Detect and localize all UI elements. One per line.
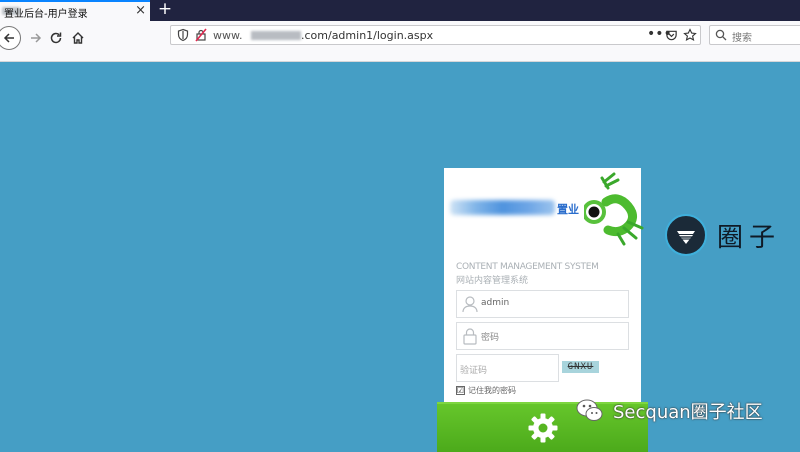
mask-icon (677, 231, 695, 244)
cms-heading-cn: 网站内容管理系统 (456, 276, 529, 286)
search-placeholder: 搜索 (732, 33, 752, 44)
shield-icon[interactable] (176, 28, 190, 42)
reload-icon (50, 32, 62, 44)
insecure-lock-icon[interactable] (194, 28, 208, 42)
user-icon (462, 296, 478, 313)
pocket-icon[interactable] (665, 29, 678, 42)
password-placeholder: 密码 (481, 333, 500, 343)
redacted-domain (251, 31, 301, 40)
search-icon (715, 29, 727, 41)
url-path: .com/admin1/login.aspx (301, 29, 434, 42)
tab-title: 置业后台-用户登录 (4, 9, 88, 20)
lock-icon (463, 328, 477, 345)
home-button[interactable] (66, 26, 90, 50)
arrow-left-icon (3, 33, 14, 43)
captcha-placeholder: 验证码 (460, 366, 488, 376)
new-tab-button[interactable]: + (155, 0, 175, 21)
captcha-image[interactable]: GNXU (562, 361, 599, 373)
arrow-right-icon (31, 33, 42, 43)
username-value: admin (481, 298, 510, 308)
remember-checkbox[interactable]: ☑ (456, 386, 465, 395)
gecko-logo-icon (584, 172, 644, 246)
active-tab[interactable]: 置业后台-用户登录 × (0, 0, 150, 21)
wechat-label: Secquan圈子社区 (613, 402, 763, 423)
url-domain-prefix: www. (213, 29, 243, 42)
tab-strip: 置业后台-用户登录 × + (0, 0, 800, 21)
captcha-field[interactable]: 验证码 (456, 354, 559, 382)
reload-button[interactable] (44, 26, 68, 50)
password-field[interactable]: 密码 (456, 322, 629, 350)
tab-close-icon[interactable]: × (135, 3, 146, 19)
username-field[interactable]: admin (456, 290, 629, 318)
quanzi-text: 圈子 (717, 222, 782, 253)
wechat-watermark: Secquan圈子社区 (575, 396, 763, 426)
gear-icon (528, 413, 557, 443)
redacted-logo (450, 200, 555, 215)
bookmark-star-icon[interactable] (683, 28, 697, 42)
search-box[interactable]: 搜索 (709, 25, 800, 45)
logo-suffix: 置业 (557, 203, 579, 216)
hacker-mask-icon (665, 214, 707, 256)
back-button[interactable] (0, 26, 21, 50)
wechat-icon (576, 399, 603, 421)
address-bar[interactable]: www. .com/admin1/login.aspx ••• (170, 25, 701, 45)
remember-me[interactable]: ☑ 记住我的密码 (456, 385, 516, 396)
remember-label: 记住我的密码 (468, 386, 516, 395)
quanzi-watermark: 圈子 (665, 214, 781, 256)
home-icon (72, 32, 84, 44)
cms-heading-en: CONTENT MANAGEMENT SYSTEM (456, 262, 599, 272)
